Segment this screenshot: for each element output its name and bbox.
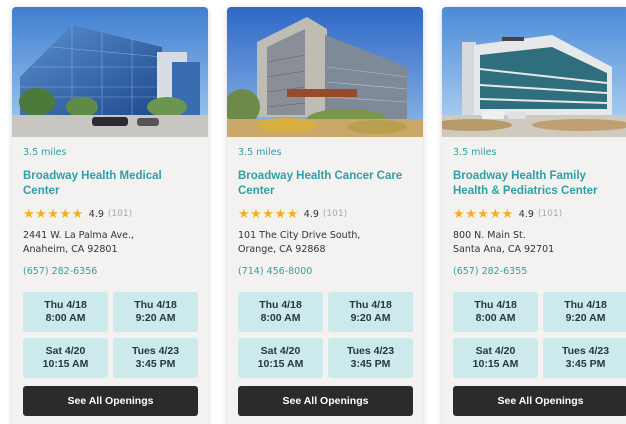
appointment-slots: Thu 4/18 8:00 AM Thu 4/18 9:20 AM Sat 4/20… bbox=[238, 292, 413, 378]
distance: 3.5 miles bbox=[23, 147, 67, 158]
appointment-slot-button[interactable]: Tues 4/23 3:45 PM bbox=[543, 338, 626, 378]
address-line-2: Orange, CA 92868 bbox=[238, 243, 326, 255]
appointment-slot-button[interactable]: Tues 4/23 3:45 PM bbox=[113, 338, 198, 378]
address-line-1: 800 N. Main St. bbox=[453, 230, 526, 241]
review-count[interactable]: (101) bbox=[108, 209, 132, 219]
appointment-slot-button[interactable]: Sat 4/20 10:15 AM bbox=[238, 338, 323, 378]
slot-day: Thu 4/18 bbox=[134, 299, 177, 311]
slot-day: Thu 4/18 bbox=[474, 299, 517, 311]
slot-time: 3:45 PM bbox=[565, 358, 606, 370]
distance: 3.5 miles bbox=[238, 147, 282, 158]
appointment-slot-button[interactable]: Thu 4/18 9:20 AM bbox=[543, 292, 626, 332]
appointment-slot-button[interactable]: Sat 4/20 10:15 AM bbox=[23, 338, 108, 378]
address: 800 N. Main St. Santa Ana, CA 92701 bbox=[453, 229, 621, 257]
appointment-slot-button[interactable]: Thu 4/18 8:00 AM bbox=[238, 292, 323, 332]
location-name-link[interactable]: Broadway Health Medical Center bbox=[23, 169, 197, 199]
star-rating-icons: ★★★★★ bbox=[453, 206, 514, 222]
building-photo bbox=[227, 7, 423, 137]
see-all-openings-button[interactable]: See All Openings bbox=[238, 386, 413, 416]
slot-time: 3:45 PM bbox=[135, 358, 176, 370]
appointment-slot-button[interactable]: Tues 4/23 3:45 PM bbox=[328, 338, 413, 378]
slot-day: Thu 4/18 bbox=[349, 299, 392, 311]
slot-time: 9:20 AM bbox=[565, 312, 606, 324]
slot-time: 8:00 AM bbox=[260, 312, 301, 324]
rating: ★★★★★ 4.9 (101) bbox=[238, 207, 412, 221]
address-line-1: 2441 W. La Palma Ave., bbox=[23, 230, 134, 241]
address: 101 The City Drive South, Orange, CA 928… bbox=[238, 229, 412, 257]
phone-link[interactable]: (714) 456-8000 bbox=[238, 266, 412, 279]
location-card-3[interactable]: 3.5 miles Broadway Health Family Health … bbox=[442, 7, 626, 424]
location-card-2[interactable]: 3.5 miles Broadway Health Cancer Care Ce… bbox=[227, 7, 423, 424]
see-all-openings-button[interactable]: See All Openings bbox=[453, 386, 626, 416]
distance: 3.5 miles bbox=[453, 147, 497, 158]
slot-time: 10:15 AM bbox=[257, 358, 304, 370]
slot-day: Thu 4/18 bbox=[564, 299, 607, 311]
slot-day: Sat 4/20 bbox=[475, 345, 516, 357]
phone-link[interactable]: (657) 282-6356 bbox=[23, 266, 197, 279]
appointment-slot-button[interactable]: Thu 4/18 8:00 AM bbox=[23, 292, 108, 332]
address-line-2: Anaheim, CA 92801 bbox=[23, 243, 118, 255]
appointment-slot-button[interactable]: Thu 4/18 9:20 AM bbox=[113, 292, 198, 332]
slot-day: Sat 4/20 bbox=[45, 345, 86, 357]
rating: ★★★★★ 4.9 (101) bbox=[23, 207, 197, 221]
address-line-2: Santa Ana, CA 92701 bbox=[453, 243, 555, 255]
rating-score: 4.9 bbox=[518, 208, 534, 220]
address: 2441 W. La Palma Ave., Anaheim, CA 92801 bbox=[23, 229, 197, 257]
rating-score: 4.9 bbox=[303, 208, 319, 220]
location-card-1[interactable]: 3.5 miles Broadway Health Medical Center… bbox=[12, 7, 208, 424]
appointment-slot-button[interactable]: Sat 4/20 10:15 AM bbox=[453, 338, 538, 378]
address-line-1: 101 The City Drive South, bbox=[238, 230, 361, 241]
slot-day: Sat 4/20 bbox=[260, 345, 301, 357]
appointment-slot-button[interactable]: Thu 4/18 9:20 AM bbox=[328, 292, 413, 332]
slot-day: Thu 4/18 bbox=[44, 299, 87, 311]
slot-time: 3:45 PM bbox=[350, 358, 391, 370]
star-rating-icons: ★★★★★ bbox=[23, 206, 84, 222]
location-name-link[interactable]: Broadway Health Cancer Care Center bbox=[238, 169, 412, 199]
slot-time: 10:15 AM bbox=[42, 358, 89, 370]
slot-day: Tues 4/23 bbox=[346, 345, 395, 357]
star-rating-icons: ★★★★★ bbox=[238, 206, 299, 222]
location-name-link[interactable]: Broadway Health Family Health & Pediatri… bbox=[453, 169, 621, 199]
slot-day: Thu 4/18 bbox=[259, 299, 302, 311]
phone-link[interactable]: (657) 282-6355 bbox=[453, 266, 621, 279]
review-count[interactable]: (101) bbox=[538, 209, 562, 219]
review-count[interactable]: (101) bbox=[323, 209, 347, 219]
slot-time: 10:15 AM bbox=[472, 358, 519, 370]
appointment-slot-button[interactable]: Thu 4/18 8:00 AM bbox=[453, 292, 538, 332]
building-photo bbox=[12, 7, 208, 137]
see-all-openings-button[interactable]: See All Openings bbox=[23, 386, 198, 416]
slot-day: Tues 4/23 bbox=[561, 345, 610, 357]
building-photo bbox=[442, 7, 626, 137]
rating-score: 4.9 bbox=[88, 208, 104, 220]
rating: ★★★★★ 4.9 (101) bbox=[453, 207, 621, 221]
slot-time: 9:20 AM bbox=[350, 312, 391, 324]
appointment-slots: Thu 4/18 8:00 AM Thu 4/18 9:20 AM Sat 4/20… bbox=[23, 292, 198, 378]
slot-time: 8:00 AM bbox=[475, 312, 516, 324]
slot-time: 9:20 AM bbox=[135, 312, 176, 324]
appointment-slots: Thu 4/18 8:00 AM Thu 4/18 9:20 AM Sat 4/20… bbox=[453, 292, 626, 378]
slot-day: Tues 4/23 bbox=[131, 345, 180, 357]
slot-time: 8:00 AM bbox=[45, 312, 86, 324]
